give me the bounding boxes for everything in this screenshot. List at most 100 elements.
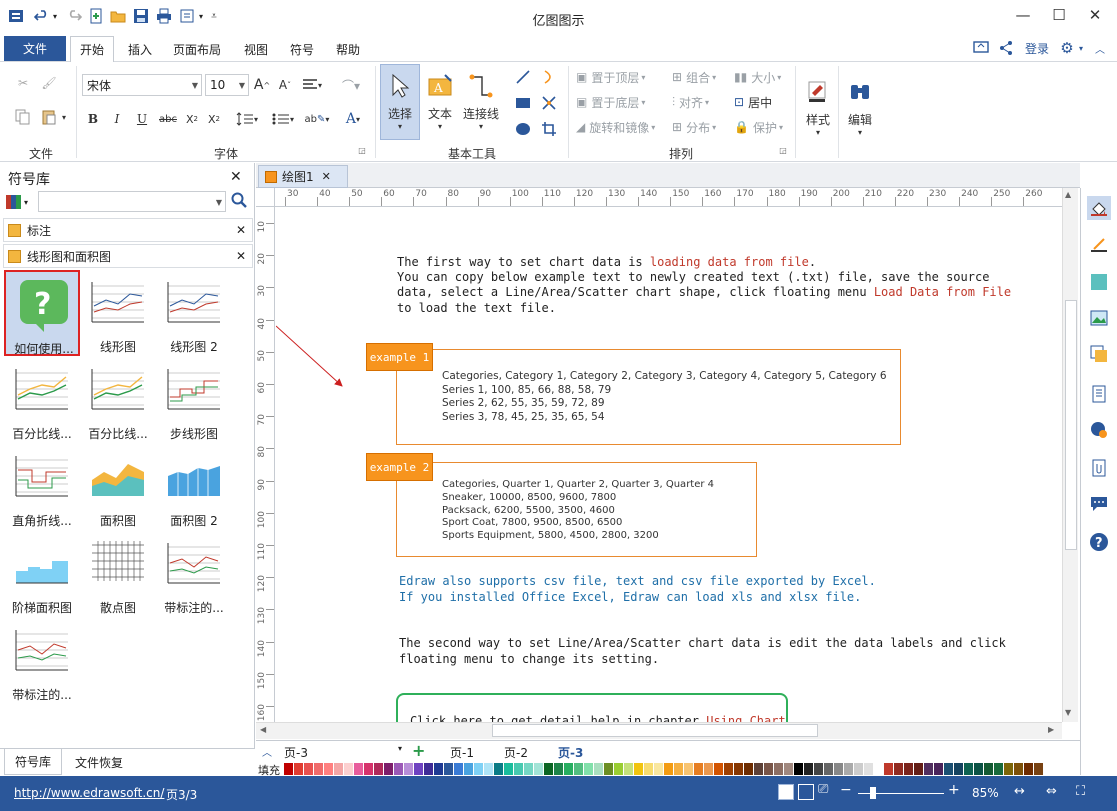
color-swatch[interactable] [284, 763, 293, 775]
fit-width-icon[interactable]: ↔ [1014, 784, 1025, 799]
bold-icon[interactable]: B [84, 108, 102, 130]
close-button[interactable]: ✕ [1080, 4, 1110, 26]
horizontal-scroll-thumb[interactable] [492, 724, 818, 737]
strikethrough-icon[interactable]: abc [157, 108, 179, 130]
color-swatch[interactable] [994, 763, 1003, 775]
ellipse-tool-icon[interactable] [512, 118, 534, 140]
link-loading-data[interactable]: loading data from file [650, 255, 809, 269]
select-tool-button[interactable]: 选择 ▾ [380, 64, 420, 140]
color-swatch[interactable] [824, 763, 833, 775]
align-button[interactable]: ⫶ 对齐 ▾ [672, 91, 730, 113]
vertical-scroll-thumb[interactable] [1065, 300, 1077, 550]
fill-panel-icon[interactable] [1087, 196, 1111, 220]
new-file-icon[interactable] [86, 6, 106, 26]
collapse-ribbon-icon[interactable]: ︿ [1090, 38, 1110, 58]
color-swatch[interactable] [664, 763, 673, 775]
color-swatch[interactable] [454, 763, 463, 775]
color-swatch[interactable] [474, 763, 483, 775]
color-swatch[interactable] [334, 763, 343, 775]
quick-access-dropdown-icon[interactable]: ▾ [196, 6, 206, 26]
example-2-label[interactable]: example 2 [366, 453, 433, 481]
color-swatch[interactable] [314, 763, 323, 775]
italic-icon[interactable]: I [108, 108, 126, 130]
color-swatch[interactable] [844, 763, 853, 775]
color-swatch[interactable] [544, 763, 553, 775]
tab-insert[interactable]: 插入 [118, 36, 162, 62]
color-swatch[interactable] [834, 763, 843, 775]
color-swatch[interactable] [634, 763, 643, 775]
cross-tool-icon[interactable] [538, 92, 560, 114]
color-swatch[interactable] [604, 763, 613, 775]
help-icon[interactable]: ? [1087, 530, 1111, 554]
color-swatch[interactable] [804, 763, 813, 775]
document-tab[interactable]: 绘图1 ✕ [258, 165, 348, 188]
color-swatch[interactable] [614, 763, 623, 775]
copy-icon[interactable] [12, 106, 34, 128]
settings-gear-icon[interactable]: ⚙ [1056, 38, 1078, 58]
cut-icon[interactable]: ✂ [12, 72, 34, 94]
vertical-scrollbar[interactable]: ▲ ▼ [1062, 188, 1078, 722]
tab-page-layout[interactable]: 页面布局 [166, 36, 228, 62]
shape-item[interactable]: 步线形图 [156, 357, 232, 443]
page-list-up-icon[interactable]: ︿ [262, 744, 272, 759]
color-swatch[interactable] [734, 763, 743, 775]
paste-icon[interactable] [38, 106, 60, 128]
underline-icon[interactable]: U [133, 108, 151, 130]
color-swatch[interactable] [684, 763, 693, 775]
color-swatch[interactable] [694, 763, 703, 775]
color-swatch[interactable] [294, 763, 303, 775]
line-spacing-icon[interactable]: ▾ [232, 108, 262, 130]
shape-item[interactable]: 百分比线... [4, 357, 80, 443]
settings-dropdown-icon[interactable]: ▾ [1076, 38, 1086, 58]
scroll-up-icon[interactable]: ▲ [1065, 190, 1071, 199]
font-dialog-launcher-icon[interactable]: ◲ [356, 144, 368, 156]
page-tab-3[interactable]: 页-3 [558, 744, 583, 761]
font-size-select[interactable]: 10 ▼ [205, 74, 249, 96]
color-swatch[interactable] [624, 763, 633, 775]
image-panel-icon[interactable] [1087, 306, 1111, 330]
shape-item[interactable]: 百分比线... [80, 357, 156, 443]
shape-item[interactable]: 直角折线... [4, 444, 80, 530]
crop-tool-icon[interactable] [538, 118, 560, 140]
document-tab-close-icon[interactable]: ✕ [322, 170, 331, 183]
color-swatch[interactable] [434, 763, 443, 775]
shape-item[interactable]: 面积图 2 [156, 444, 232, 530]
style-button[interactable]: 样式 ▾ [800, 66, 836, 150]
color-swatch[interactable] [464, 763, 473, 775]
rectangle-tool-icon[interactable] [512, 92, 534, 114]
color-swatch[interactable] [944, 763, 953, 775]
hyperlink-panel-icon[interactable] [1087, 418, 1111, 442]
color-swatch[interactable] [374, 763, 383, 775]
color-swatch[interactable] [524, 763, 533, 775]
color-swatch[interactable] [514, 763, 523, 775]
paste-dropdown-icon[interactable]: ▾ [60, 110, 68, 124]
color-swatch[interactable] [344, 763, 353, 775]
link-load-data-from-file[interactable]: Load Data from File [874, 285, 1011, 299]
example-2-box[interactable]: Categories, Quarter 1, Quarter 2, Quarte… [396, 462, 757, 557]
zoom-level[interactable]: 85% [972, 786, 999, 800]
color-swatch[interactable] [504, 763, 513, 775]
color-swatch[interactable] [714, 763, 723, 775]
layers-panel-icon[interactable] [1087, 342, 1111, 366]
highlight-color-icon[interactable]: ab ✎ ▾ [302, 108, 332, 130]
add-page-icon[interactable]: + [412, 741, 425, 760]
drawing-canvas[interactable]: The first way to set chart data is loadi… [276, 208, 1062, 722]
export-icon[interactable] [177, 6, 197, 26]
color-swatch[interactable] [644, 763, 653, 775]
color-swatch[interactable] [974, 763, 983, 775]
shape-item[interactable]: 带标注的... [156, 531, 232, 617]
color-swatch[interactable] [1024, 763, 1033, 775]
fullscreen-icon[interactable]: ⛶ [1076, 784, 1085, 799]
color-swatch[interactable] [934, 763, 943, 775]
arrange-dialog-launcher-icon[interactable]: ◲ [777, 144, 789, 156]
color-swatch[interactable] [794, 763, 803, 775]
tab-symbols[interactable]: 符号 [280, 36, 324, 62]
library-menu-icon[interactable]: ▾ [6, 193, 34, 211]
tab-view[interactable]: 视图 [234, 36, 278, 62]
print-icon[interactable] [154, 6, 174, 26]
zoom-slider-thumb[interactable] [870, 787, 876, 799]
line-tool-icon[interactable] [512, 66, 534, 88]
group-button[interactable]: ⊞ 组合 ▾ [672, 66, 730, 88]
color-swatch[interactable] [494, 763, 503, 775]
color-swatch[interactable] [904, 763, 913, 775]
